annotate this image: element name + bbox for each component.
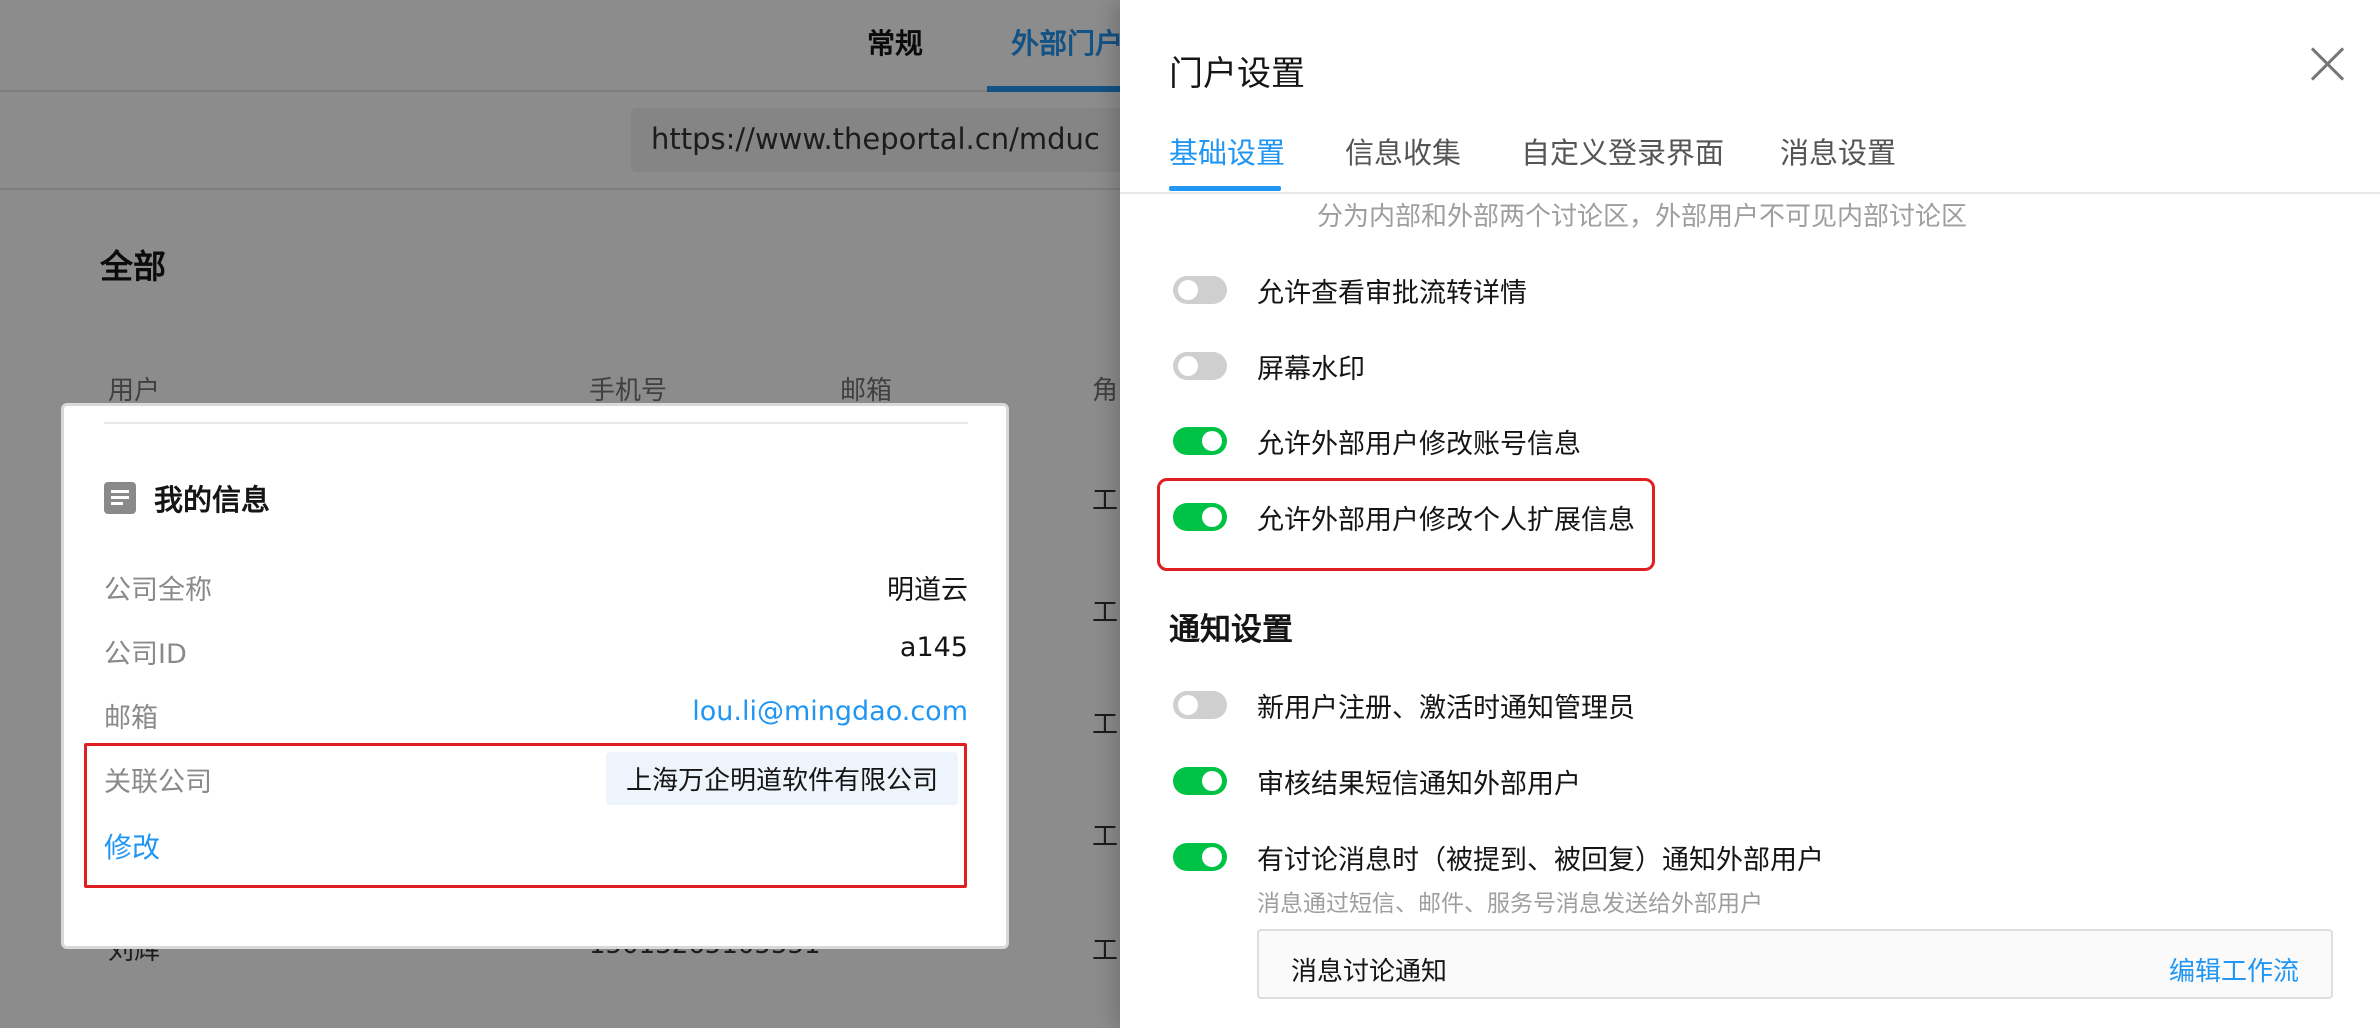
document-icon: [104, 482, 136, 514]
setting-discussion-notify: 有讨论消息时（被提到、被回复）通知外部用户: [1173, 837, 1824, 877]
tab-basic-settings[interactable]: 基础设置: [1169, 130, 1285, 172]
setting-approval-details: 允许查看审批流转详情: [1173, 270, 1527, 310]
toggle-switch[interactable]: [1173, 427, 1227, 455]
info-card-header: 我的信息: [104, 476, 270, 520]
workflow-name: 消息讨论通知: [1291, 957, 1448, 987]
setting-label: 新用户注册、激活时通知管理员: [1257, 692, 1635, 724]
tab-message-settings[interactable]: 消息设置: [1780, 130, 1896, 172]
tab-info-collection[interactable]: 信息收集: [1345, 130, 1461, 172]
info-value: 明道云: [887, 575, 968, 606]
discussion-notify-description: 消息通过短信、邮件、服务号消息发送给外部用户: [1257, 891, 1763, 917]
toggle-switch[interactable]: [1173, 352, 1227, 380]
drawer-title: 门户设置: [1169, 54, 1305, 94]
setting-label: 允许外部用户修改账号信息: [1257, 428, 1581, 460]
info-label: 邮箱: [104, 703, 158, 734]
info-row-email: 邮箱 lou.li@mingdao.com: [104, 694, 968, 734]
setting-edit-account: 允许外部用户修改账号信息: [1173, 421, 1581, 461]
info-value: a145: [899, 632, 968, 663]
highlight-box-extended-info: [1157, 478, 1655, 571]
setting-label: 允许查看审批流转详情: [1257, 277, 1527, 309]
info-label: 公司全称: [104, 575, 212, 606]
info-label: 公司ID: [104, 639, 187, 670]
setting-watermark: 屏幕水印: [1173, 346, 1365, 386]
highlight-box-related-company: [84, 743, 967, 888]
info-row-company-name: 公司全称 明道云: [104, 566, 968, 606]
setting-label: 屏幕水印: [1257, 353, 1365, 385]
toggle-switch[interactable]: [1173, 843, 1227, 871]
setting-sms-review-result: 审核结果短信通知外部用户: [1173, 761, 1581, 801]
info-row-company-id: 公司ID a145: [104, 630, 968, 670]
workflow-box: 消息讨论通知 编辑工作流: [1257, 929, 2333, 999]
setting-notify-admin: 新用户注册、激活时通知管理员: [1173, 685, 1635, 725]
info-card-title: 我的信息: [154, 483, 271, 517]
close-icon[interactable]: [2308, 44, 2348, 84]
edit-workflow-link[interactable]: 编辑工作流: [2169, 951, 2299, 988]
tab-custom-login[interactable]: 自定义登录界面: [1521, 130, 1724, 172]
toggle-switch[interactable]: [1173, 276, 1227, 304]
divider: [1120, 192, 2380, 194]
setting-label: 审核结果短信通知外部用户: [1257, 768, 1581, 800]
email-link[interactable]: lou.li@mingdao.com: [692, 696, 968, 727]
setting-label: 有讨论消息时（被提到、被回复）通知外部用户: [1257, 844, 1824, 876]
discussion-description: 分为内部和外部两个讨论区，外部用户不可见内部讨论区: [1317, 202, 1968, 232]
toggle-switch[interactable]: [1173, 691, 1227, 719]
divider: [104, 422, 968, 424]
notification-section-title: 通知设置: [1169, 612, 1293, 648]
toggle-switch[interactable]: [1173, 767, 1227, 795]
active-tab-indicator: [1169, 186, 1281, 191]
